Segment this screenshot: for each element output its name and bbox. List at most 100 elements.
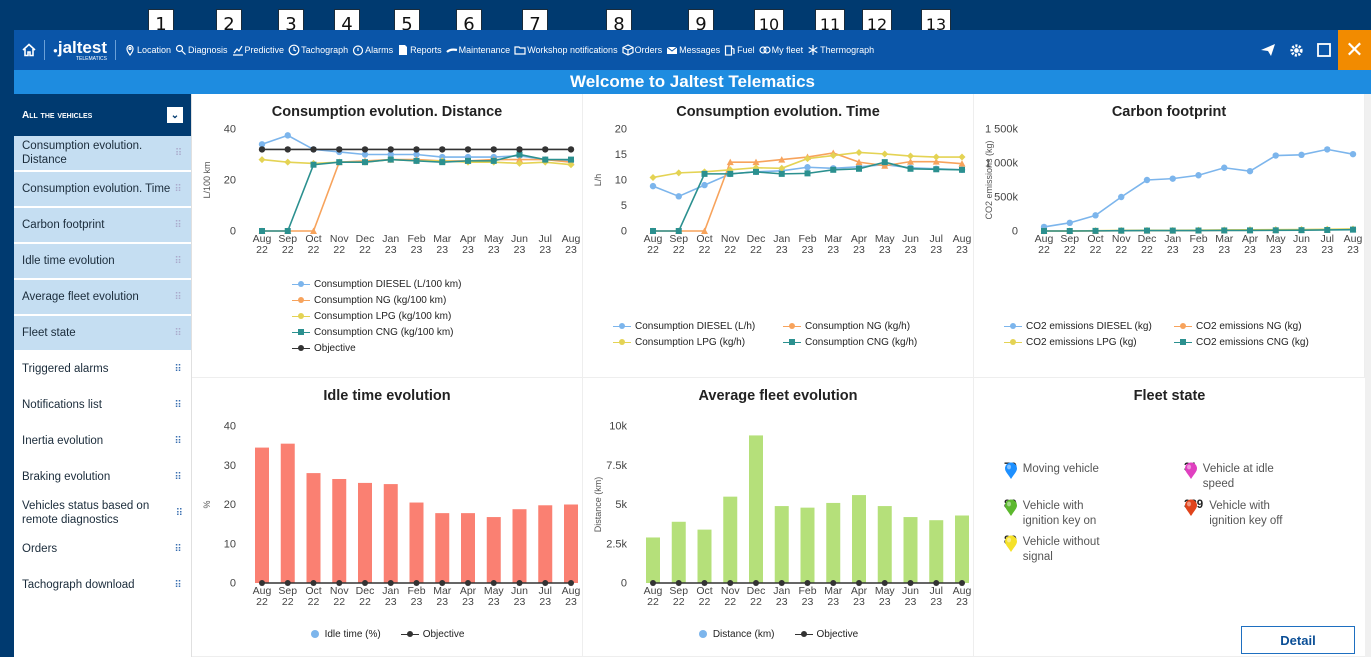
bar (255, 447, 269, 583)
nav-alarms[interactable]: Alarms (352, 30, 393, 70)
data-point (284, 228, 291, 234)
sidebar-item-inertia-evolution[interactable]: Inertia evolution ⠿ (14, 424, 191, 460)
nav-maintenance[interactable]: Maintenance (445, 30, 510, 70)
data-point (1092, 227, 1099, 234)
fleet-state-item[interactable]: 89Vehicle without signal (1004, 535, 1113, 565)
y-axis-label: L/h (593, 174, 603, 187)
legend-item[interactable]: Distance (km) (698, 626, 775, 642)
fleet-state-label: Moving vehicle (1022, 463, 1099, 475)
x-tick-label: Feb 23 (407, 233, 425, 256)
sidebar-item-braking-evolution[interactable]: Braking evolution ⠿ (14, 460, 191, 496)
legend-item[interactable]: Consumption NG (kg/100 km) (292, 292, 461, 308)
drag-handle-icon[interactable]: ⠿ (173, 184, 183, 195)
send-button[interactable] (1254, 30, 1282, 70)
drag-handle-icon[interactable]: ⠿ (174, 148, 183, 159)
drag-handle-icon[interactable]: ⠿ (173, 328, 183, 339)
detail-button[interactable]: Detail (1241, 626, 1355, 654)
sidebar-item-average-fleet-evolution[interactable]: Average fleet evolution ⠿ (14, 280, 191, 316)
sidebar-item-vehicles-status-based-on-remote-diagnostics[interactable]: Vehicles status based on remote diagnost… (14, 496, 191, 532)
x-tick-label: Apr 23 (851, 585, 868, 608)
sidebar-item-idle-time-evolution[interactable]: Idle time evolution ⠿ (14, 244, 191, 280)
drag-handle-icon[interactable]: ⠿ (173, 472, 183, 483)
nav-fuel[interactable]: Fuel (724, 30, 755, 70)
legend-item[interactable]: Consumption LPG (kg/100 km) (292, 308, 461, 324)
chart-legend: Consumption DIESEL (L/h) Consumption NG (… (613, 318, 953, 350)
sidebar-item-carbon-footprint[interactable]: Carbon footprint ⠿ (14, 208, 191, 244)
sidebar-item-label: Inertia evolution (22, 435, 104, 447)
drag-handle-icon[interactable]: ⠿ (173, 580, 183, 591)
nav-thermograph[interactable]: Thermograph (807, 30, 874, 70)
chevron-down-icon[interactable]: ⌄ (167, 107, 183, 123)
nav-reports[interactable]: Reports (397, 30, 442, 70)
legend-item[interactable]: Objective (400, 626, 465, 642)
home-button[interactable] (14, 30, 44, 70)
data-point (1324, 146, 1331, 153)
legend-item[interactable]: Objective (292, 340, 461, 356)
drag-handle-icon[interactable]: ⠿ (173, 400, 183, 411)
y-axis-label: Distance (km) (593, 477, 603, 533)
legend-item[interactable]: Consumption NG (kg/h) (783, 318, 953, 334)
legend-label: CO2 emissions LPG (kg) (1026, 336, 1137, 348)
nav-orders[interactable]: Orders (621, 30, 662, 70)
nav-workshop-notifications[interactable]: Workshop notifications (514, 30, 618, 70)
fleet-state-item[interactable]: 79Moving vehicle (1004, 462, 1113, 479)
jaltest-logo: ●jaltest TELEMATICS (44, 38, 116, 62)
legend-item[interactable]: CO2 emissions LPG (kg) (1004, 334, 1174, 350)
sidebar-item-consumption-evolution-time[interactable]: Consumption evolution. Time ⠿ (14, 172, 191, 208)
fleet-state-item[interactable]: 80Vehicle with ignition key on (1004, 499, 1113, 529)
drag-handle-icon[interactable]: ⠿ (173, 220, 183, 231)
x-tick-label: Nov 22 (721, 585, 740, 608)
drag-handle-icon[interactable]: ⠿ (173, 256, 183, 267)
legend-item[interactable]: Consumption LPG (kg/h) (613, 334, 783, 350)
sidebar-item-orders[interactable]: Orders ⠿ (14, 532, 191, 568)
drag-handle-icon[interactable]: ⠿ (173, 364, 183, 375)
settings-button[interactable] (1282, 30, 1310, 70)
legend-item[interactable]: CO2 emissions NG (kg) (1174, 318, 1344, 334)
legend-item[interactable]: Consumption DIESEL (L/h) (613, 318, 783, 334)
legend-item[interactable]: CO2 emissions CNG (kg) (1174, 334, 1344, 350)
legend-item[interactable]: CO2 emissions DIESEL (kg) (1004, 318, 1174, 334)
drag-handle-icon[interactable]: ⠿ (176, 508, 183, 519)
sidebar-item-notifications-list[interactable]: Notifications list ⠿ (14, 388, 191, 424)
logo-text: jaltest (57, 38, 107, 57)
fleet-state-item[interactable]: 389Vehicle with ignition key off (1184, 499, 1299, 529)
x-tick-label: Jun 23 (511, 585, 528, 608)
sidebar-item-tachograph-download[interactable]: Tachograph download ⠿ (14, 568, 191, 604)
legend-item[interactable]: Consumption CNG (kg/100 km) (292, 324, 461, 340)
sidebar-item-fleet-state[interactable]: Fleet state ⠿ (14, 316, 191, 352)
nav-tachograph[interactable]: Tachograph (288, 30, 348, 70)
data-point (258, 156, 266, 164)
close-button[interactable]: ✕ (1338, 30, 1371, 70)
nav-predictive[interactable]: Predictive (232, 30, 284, 70)
vehicle-filter[interactable]: All the vehicles ⌄ (14, 94, 191, 136)
bar (306, 473, 321, 583)
sidebar-item-triggered-alarms[interactable]: Triggered alarms ⠿ (14, 352, 191, 388)
drag-handle-icon[interactable]: ⠿ (173, 292, 183, 303)
legend-marker (292, 328, 310, 336)
legend-item[interactable]: Objective (794, 626, 858, 642)
nav-messages[interactable]: Messages (666, 30, 720, 70)
legend-item[interactable]: Idle time (%) (310, 626, 381, 642)
fleet-state-label: Vehicle at idle speed (1202, 463, 1274, 490)
legend-item[interactable]: Consumption DIESEL (L/100 km) (292, 276, 461, 292)
y-tick-label: 40 (224, 124, 236, 136)
data-point (855, 148, 863, 156)
nav-location[interactable]: Location (124, 30, 171, 70)
y-tick-label: 20 (615, 124, 627, 136)
fleet-state-item[interactable]: 31Vehicle at idle speed (1184, 462, 1293, 492)
legend-item[interactable]: Consumption CNG (kg/h) (783, 334, 953, 350)
chart-legend: Idle time (%) Objective (192, 626, 583, 642)
drag-handle-icon[interactable]: ⠿ (173, 544, 183, 555)
x-tick-label: Apr 23 (1242, 233, 1259, 256)
maximize-button[interactable] (1310, 30, 1338, 70)
sidebar-item-consumption-evolution-distance[interactable]: Consumption evolution. Distance ⠿ (14, 136, 191, 172)
nav-diagnosis[interactable]: Diagnosis (175, 30, 228, 70)
bar (280, 443, 295, 583)
nav-my-fleet[interactable]: My fleet (759, 30, 803, 70)
drag-handle-icon[interactable]: ⠿ (173, 436, 183, 447)
bar (358, 482, 372, 583)
legend-label: Objective (422, 628, 465, 640)
scrollbar[interactable] (1365, 94, 1371, 657)
x-tick-label: Mar 23 (824, 585, 843, 608)
map-pin-icon (1185, 499, 1197, 516)
